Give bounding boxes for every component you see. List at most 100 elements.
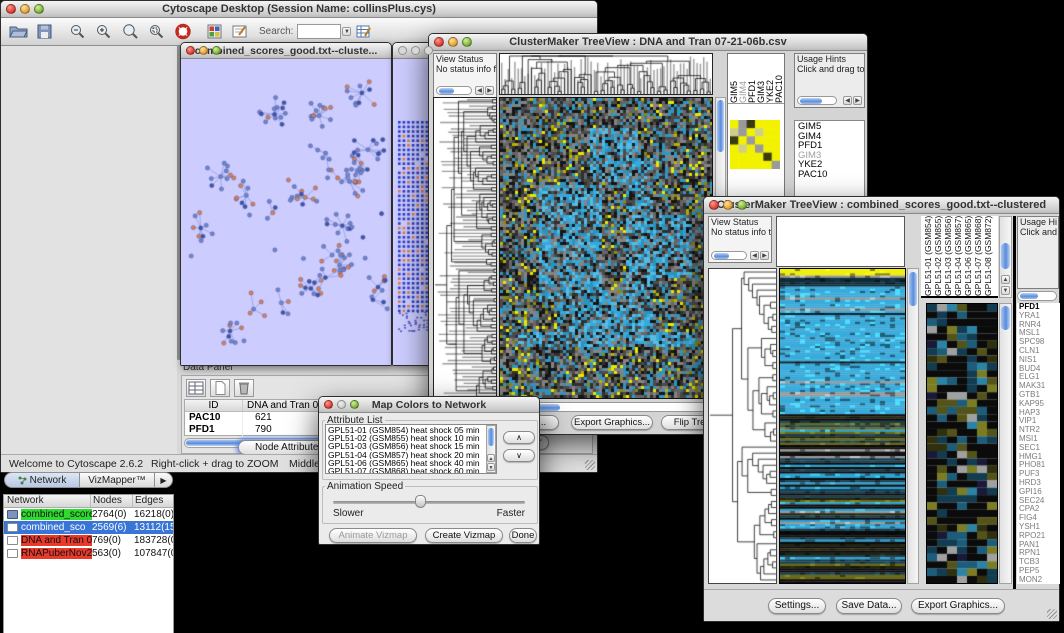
tab-overflow-button[interactable]: ▶ [155,472,173,488]
scroll-left-icon[interactable]: ◀ [843,96,852,105]
tv1-row-label[interactable]: GIM4 [798,132,864,142]
create-vizmap-button[interactable]: Create Vizmap [425,528,503,543]
help-icon[interactable] [171,21,195,43]
tv2-gene-label[interactable]: ELG1 [1019,373,1060,382]
tv2-usage-scroll[interactable] [1017,291,1057,301]
tv1-column-label[interactable]: GIM3 [756,55,765,103]
animate-vizmap-button[interactable]: Animate Vizmap [329,528,417,543]
tv2-status-scroll-thumb[interactable] [714,253,729,259]
tv2-usage-scroll-thumb[interactable] [1020,293,1038,299]
tv1-column-label[interactable]: YKE2 [765,55,774,103]
tv2-gene-label[interactable]: HRD3 [1019,479,1060,488]
tab-network[interactable]: Network [4,472,80,488]
tv1-usage-scroll-thumb[interactable] [800,98,822,104]
tv1-row-label[interactable]: PFD1 [798,141,864,151]
tv2-labels-vscroll[interactable]: ▲ ▼ [999,216,1012,298]
treeview2-titlebar[interactable]: ClusterMaker TreeView : combined_scores_… [704,197,1059,214]
data-col-id[interactable]: ID [185,400,243,411]
scroll-left-icon[interactable]: ◀ [750,251,759,260]
tv2-gene-label[interactable]: NTR2 [1019,426,1060,435]
tv2-gene-label[interactable]: GPI16 [1019,488,1060,497]
tv1-export-graphics-button[interactable]: Export Graphics... [571,415,653,430]
tv2-gene-label[interactable]: HAP3 [1019,409,1060,418]
scroll-left-icon[interactable]: ◀ [475,86,484,95]
zoom-window-icon[interactable] [462,37,472,47]
tv2-cluster-vscroll[interactable] [999,303,1012,584]
tv1-column-label[interactable]: GIM4 [738,55,747,103]
tv1-column-label[interactable]: PAC10 [774,55,783,103]
zoom-window-icon[interactable] [350,400,359,409]
network-canvas[interactable] [181,59,391,365]
tv2-gene-label[interactable]: PUF3 [1019,470,1060,479]
vizmap-icon[interactable] [203,21,226,43]
tv2-column-label[interactable]: GPL51-03 (GSM856) [943,216,953,296]
network-row[interactable]: RNAPuberNov2+| 563(0) 107847(0) [4,547,173,560]
zoom-out-icon[interactable] [66,21,90,43]
minimize-icon[interactable] [337,400,346,409]
network-row[interactable]: combined_sco 2569(6) 13112(15) [4,521,173,534]
close-icon[interactable] [186,46,195,55]
tv2-labels-vscroll-thumb[interactable] [1001,243,1010,269]
tv2-gene-label[interactable]: FIG4 [1019,514,1060,523]
zoom-fit-icon[interactable] [118,21,143,43]
move-down-button[interactable]: ∨ [503,449,535,462]
speed-slider-track[interactable] [333,501,525,504]
col-network[interactable]: Network [4,495,91,507]
table-icon[interactable] [186,379,206,397]
network-row[interactable]: combined_scores 2764(0) 16218(0) [4,508,173,521]
minimize-icon[interactable] [411,46,420,55]
tv2-gene-label[interactable]: VIP1 [1019,417,1060,426]
minimize-icon[interactable] [20,4,30,14]
zoom-window-icon[interactable] [424,46,433,55]
tv1-usage-scroll[interactable] [797,96,837,105]
tv2-gene-label[interactable]: MON2 [1019,576,1060,584]
tv1-correlation-matrix[interactable] [730,120,780,169]
tv2-gene-label[interactable]: SEC24 [1019,497,1060,506]
new-document-icon[interactable] [210,379,230,397]
tv2-gene-label[interactable]: RNR4 [1019,321,1060,330]
tv2-gene-label[interactable]: CPA2 [1019,505,1060,514]
dialog-titlebar[interactable]: Map Colors to Network [319,397,539,413]
network-row[interactable]: DNA and Tran 07 769(0) 183728(0) [4,534,173,547]
tv2-gene-label[interactable]: PFD1 [1019,303,1060,312]
scroll-up-icon[interactable]: ▲ [1001,275,1010,284]
attribute-list-vscroll-thumb[interactable] [488,428,494,446]
tv2-heatmap-vscroll[interactable] [907,268,919,584]
tv2-gene-label[interactable]: TCB3 [1019,558,1060,567]
attribute-list-vscroll[interactable]: ▲ ▼ [486,425,496,473]
tv2-gene-label[interactable]: GTB1 [1019,391,1060,400]
tv2-gene-label[interactable]: CLN1 [1019,347,1060,356]
tv2-settings-button[interactable]: Settings... [768,598,826,614]
speed-slider-thumb[interactable] [415,495,426,508]
tv2-column-label[interactable]: GPL51-01 (GSM854) [923,216,933,296]
tv2-heatmap[interactable] [780,269,905,583]
col-nodes[interactable]: Nodes [91,495,133,507]
scroll-down-icon[interactable]: ▼ [487,463,495,471]
tv2-column-label[interactable]: GPL51-07 (GSM868) [973,216,983,296]
tv2-gene-label[interactable]: YRA1 [1019,312,1060,321]
tv2-export-graphics-button[interactable]: Export Graphics... [911,598,1005,614]
tv2-column-label[interactable]: GPL51-08 (GSM872) [983,216,993,296]
minimize-icon[interactable] [723,200,733,210]
zoom-in-icon[interactable] [92,21,116,43]
minimize-icon[interactable] [199,46,208,55]
attribute-list-item[interactable]: GPL51-06 (GSM865) heat shock 40 min [328,459,496,467]
scroll-right-icon[interactable]: ▶ [485,86,494,95]
cytoscape-titlebar[interactable]: Cytoscape Desktop (Session Name: collins… [1,1,597,18]
tv2-gene-label[interactable]: PHO81 [1019,461,1060,470]
tv1-row-label[interactable]: PAC10 [798,170,864,180]
open-icon[interactable] [6,21,31,43]
attribute-list-item[interactable]: GPL51-01 (GSM854) heat shock 05 min [328,426,496,434]
tv2-save-data-button[interactable]: Save Data... [836,598,902,614]
resize-grip[interactable] [1047,609,1057,619]
attribute-list-item[interactable]: GPL51-02 (GSM855) heat shock 10 min [328,434,496,442]
col-edges[interactable]: Edges [133,495,173,507]
tv2-gene-label[interactable]: YSH1 [1019,523,1060,532]
tv2-column-label[interactable]: GPL51-06 (GSM865) [963,216,973,296]
save-icon[interactable] [33,21,56,43]
minimize-icon[interactable] [448,37,458,47]
close-icon[interactable] [709,200,719,210]
tv2-gene-label[interactable]: SPC98 [1019,338,1060,347]
attribute-list-item[interactable]: GPL51-07 (GSM868) heat shock 60 min [328,467,496,474]
tv2-status-scroll[interactable] [711,251,747,260]
